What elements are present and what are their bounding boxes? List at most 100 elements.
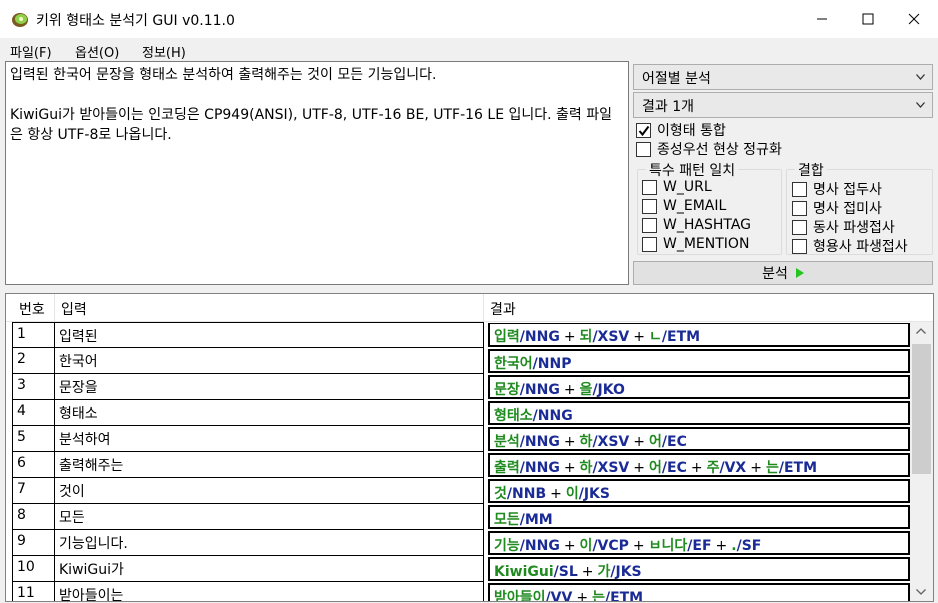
menu-file[interactable]: 파일(F) bbox=[10, 42, 52, 61]
row-input: 형태소 bbox=[54, 400, 484, 426]
row-input: 문장을 bbox=[54, 374, 484, 400]
morpheme: 주 bbox=[706, 460, 720, 476]
noun-prefix-checkbox[interactable]: 명사 접두사 bbox=[792, 179, 882, 199]
table-row[interactable]: 6 출력해주는 출력/NNG + 하/XSV + 어/EC + 주/VX + 는/ETM bbox=[12, 452, 912, 478]
adj-derivation-checkbox[interactable]: 형용사 파생접사 bbox=[792, 236, 908, 256]
table-row[interactable]: 3 문장을 문장/NNG + 을/JKO bbox=[12, 374, 912, 400]
w-email-checkbox[interactable]: W_EMAIL bbox=[642, 198, 726, 214]
row-input: 모든 bbox=[54, 504, 484, 530]
table-row[interactable]: 4 형태소 형태소/NNG bbox=[12, 400, 912, 426]
row-number: 10 bbox=[12, 556, 55, 582]
row-number: 11 bbox=[12, 582, 55, 601]
row-result[interactable]: KiwiGui/SL + 가/JKS bbox=[488, 557, 910, 581]
row-number: 9 bbox=[12, 530, 55, 556]
close-button[interactable] bbox=[891, 0, 937, 38]
morpheme: 어 bbox=[649, 434, 662, 450]
row-number: 1 bbox=[12, 322, 55, 348]
row-number: 8 bbox=[12, 504, 55, 530]
table-header: 번호 입력 결과 bbox=[6, 294, 933, 322]
header-no[interactable]: 번호 bbox=[19, 299, 45, 319]
merge-allomorph-checkbox[interactable]: 이형태 통합 bbox=[636, 120, 726, 140]
pos-tag: /SF bbox=[736, 538, 762, 554]
menu-info[interactable]: 정보(H) bbox=[142, 42, 186, 61]
morpheme: 것 bbox=[494, 486, 507, 502]
morpheme: 받아들이 bbox=[494, 590, 546, 602]
checkbox-box bbox=[792, 181, 807, 197]
pos-tag: /JKS bbox=[610, 564, 642, 580]
menu-options[interactable]: 옵션(O) bbox=[75, 42, 119, 61]
row-result[interactable]: 모든/MM bbox=[488, 505, 910, 529]
noun-suffix-checkbox[interactable]: 명사 접미사 bbox=[792, 198, 882, 218]
w-hashtag-checkbox[interactable]: W_HASHTAG bbox=[642, 217, 751, 233]
maximize-button[interactable] bbox=[845, 0, 891, 38]
menu-bar: 파일(F) 옵션(O) 정보(H) bbox=[0, 38, 938, 61]
morpheme: 되 bbox=[579, 329, 593, 345]
verb-derivation-label: 동사 파생접사 bbox=[813, 220, 895, 236]
checkbox-box bbox=[792, 219, 807, 235]
w-url-checkbox[interactable]: W_URL bbox=[642, 179, 712, 195]
minimize-button[interactable] bbox=[799, 0, 845, 38]
row-input: 입력된 bbox=[54, 322, 484, 348]
result-count-select[interactable]: 결과 1개 bbox=[633, 92, 933, 118]
w-mention-checkbox[interactable]: W_MENTION bbox=[642, 236, 749, 252]
chevron-down-icon bbox=[916, 102, 925, 108]
scroll-up-icon[interactable] bbox=[916, 328, 926, 334]
table-row[interactable]: 2 한국어 한국어/NNP bbox=[12, 348, 912, 374]
morpheme: 기능 bbox=[494, 538, 520, 554]
row-result[interactable]: 기능/NNG + 이/VCP + ㅂ니다/EF + ./SF bbox=[488, 531, 910, 555]
morpheme: 문장 bbox=[494, 382, 520, 398]
morpheme: 출력 bbox=[494, 460, 520, 476]
row-result[interactable]: 출력/NNG + 하/XSV + 어/EC + 주/VX + 는/ETM bbox=[488, 453, 910, 477]
analysis-mode-select[interactable]: 어절별 분석 bbox=[633, 64, 933, 90]
morph-separator: + bbox=[632, 538, 645, 554]
row-result[interactable]: 형태소/NNG bbox=[488, 401, 910, 425]
morpheme: 어 bbox=[649, 460, 662, 476]
table-row[interactable]: 7 것이 것/NNB + 이/JKS bbox=[12, 478, 912, 504]
analysis-mode-value: 어절별 분석 bbox=[642, 71, 711, 87]
pos-tag: /XSV bbox=[592, 434, 630, 450]
header-divider[interactable] bbox=[483, 294, 484, 322]
table-row[interactable]: 8 모든 모든/MM bbox=[12, 504, 912, 530]
scroll-down-icon[interactable] bbox=[916, 589, 926, 595]
scrollbar-thumb[interactable] bbox=[912, 344, 931, 474]
table-row[interactable]: 11 받아들이는 받아들이/VV + 는/ETM bbox=[12, 582, 912, 602]
w-hashtag-label: W_HASHTAG bbox=[663, 217, 752, 233]
row-result[interactable]: 분석/NNG + 하/XSV + 어/EC bbox=[488, 427, 910, 451]
table-row[interactable]: 10 KiwiGui가 KiwiGui/SL + 가/JKS bbox=[12, 556, 912, 582]
pos-tag: /EF bbox=[687, 538, 712, 554]
table-row[interactable]: 9 기능입니다. 기능/NNG + 이/VCP + ㅂ니다/EF + ./SF bbox=[12, 530, 912, 556]
header-divider[interactable] bbox=[54, 294, 55, 322]
row-result[interactable]: 것/NNB + 이/JKS bbox=[488, 479, 910, 503]
row-number: 5 bbox=[12, 426, 55, 452]
row-input: 것이 bbox=[54, 478, 484, 504]
w-mention-label: W_MENTION bbox=[663, 236, 750, 252]
header-result[interactable]: 결과 bbox=[490, 299, 516, 319]
analyze-button[interactable]: 분석 bbox=[633, 261, 933, 285]
checkbox-box bbox=[636, 122, 651, 138]
morpheme: 입력 bbox=[494, 329, 520, 345]
input-textarea[interactable]: 입력된 한국어 문장을 형태소 분석하여 출력해주는 것이 모든 기능입니다. … bbox=[5, 61, 629, 285]
verb-derivation-checkbox[interactable]: 동사 파생접사 bbox=[792, 217, 895, 237]
table-row[interactable]: 5 분석하여 분석/NNG + 하/XSV + 어/EC bbox=[12, 426, 912, 452]
pos-tag: /VV bbox=[545, 590, 573, 602]
w-email-label: W_EMAIL bbox=[663, 198, 727, 214]
w-url-label: W_URL bbox=[663, 179, 712, 195]
pos-tag: /ETM bbox=[778, 460, 818, 476]
special-pattern-group: 특수 패턴 일치 W_URL W_EMAIL W_HASHTAG W_MENTI… bbox=[637, 160, 782, 255]
pos-tag: /NNG bbox=[519, 329, 560, 345]
header-input[interactable]: 입력 bbox=[61, 299, 87, 319]
row-result[interactable]: 한국어/NNP bbox=[488, 349, 910, 373]
pos-tag: /JKS bbox=[578, 486, 610, 502]
row-input: 기능입니다. bbox=[54, 530, 484, 556]
morph-separator: + bbox=[563, 460, 576, 476]
table-row[interactable]: 1 입력된 입력/NNG + 되/XSV + ㄴ/ETM bbox=[12, 322, 912, 348]
morpheme: 모든 bbox=[494, 512, 520, 528]
morpheme: KiwiGui bbox=[494, 564, 554, 580]
row-result[interactable]: 받아들이/VV + 는/ETM bbox=[488, 583, 910, 602]
vertical-scrollbar[interactable] bbox=[910, 322, 933, 601]
row-result[interactable]: 입력/NNG + 되/XSV + ㄴ/ETM bbox=[488, 323, 910, 347]
pos-tag: /ETM bbox=[661, 329, 701, 345]
row-result[interactable]: 문장/NNG + 을/JKO bbox=[488, 375, 910, 399]
pos-tag: /EC bbox=[661, 460, 687, 476]
jongseong-normalize-checkbox[interactable]: 종성우선 현상 정규화 bbox=[636, 139, 782, 159]
